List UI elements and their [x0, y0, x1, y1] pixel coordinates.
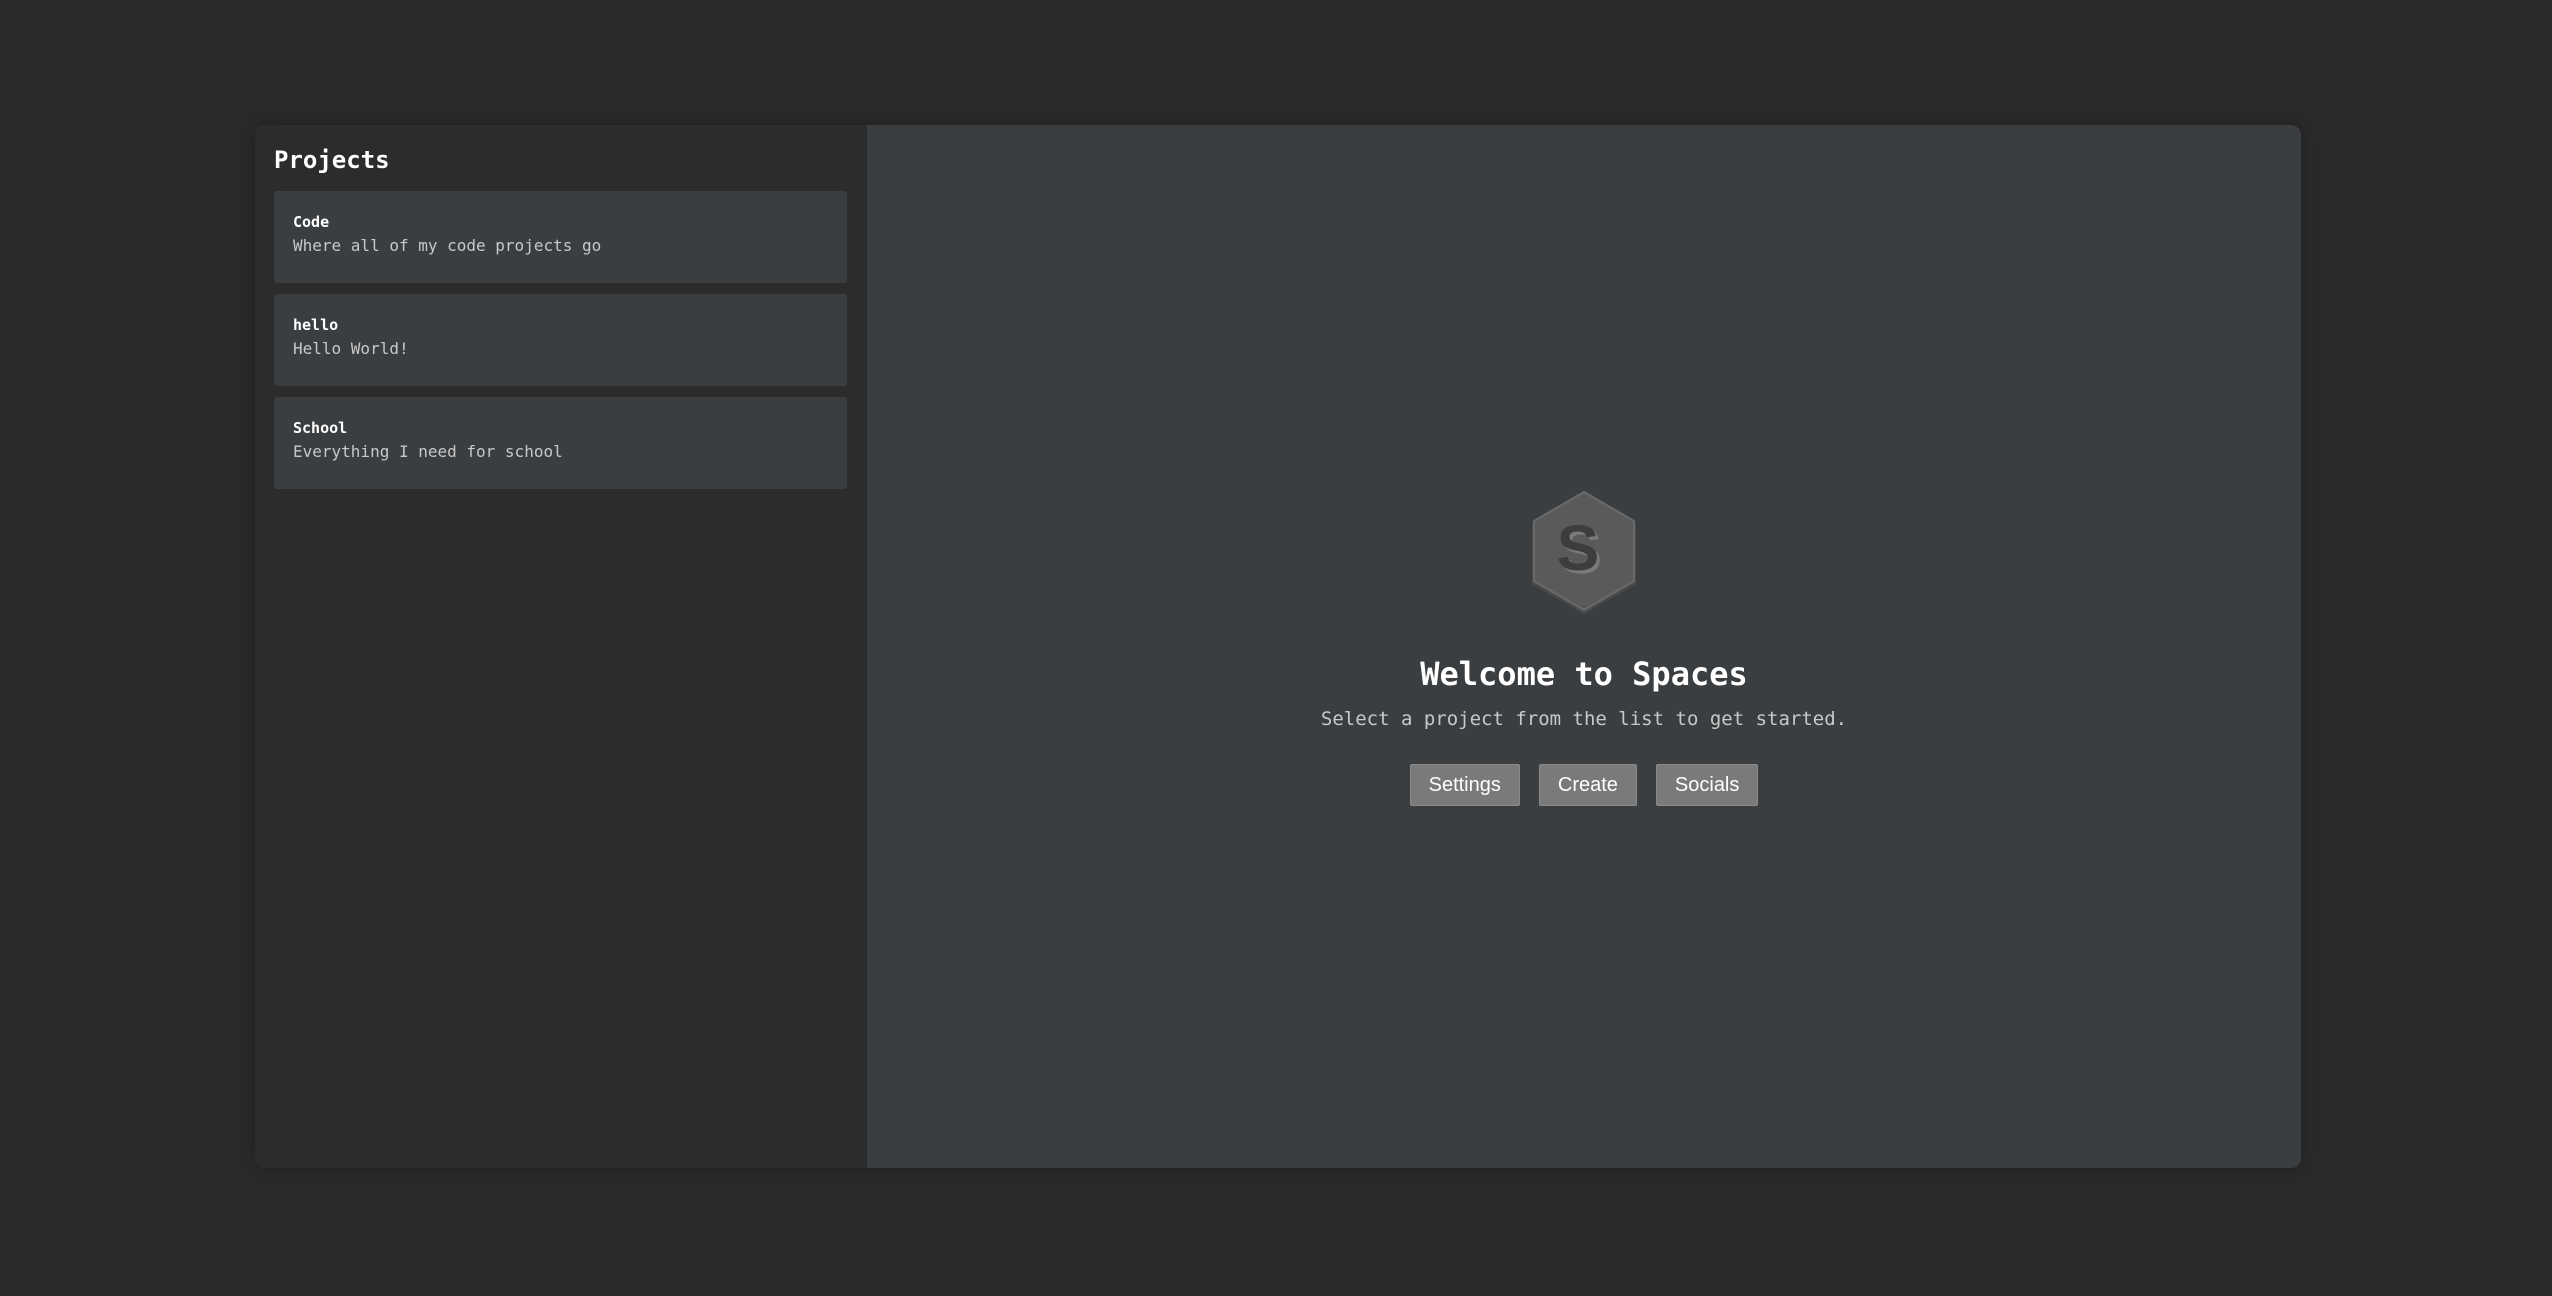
app-window: Projects Code Where all of my code proje… [255, 125, 2301, 1168]
project-name: Code [293, 213, 330, 231]
welcome-panel: S S Welcome to Spaces Select a project f… [867, 125, 2301, 1168]
create-button[interactable]: Create [1538, 764, 1637, 806]
socials-button[interactable]: Socials [1655, 764, 1759, 806]
welcome-subtitle: Select a project from the list to get st… [1320, 708, 1848, 730]
sidebar-title: Projects [274, 146, 390, 174]
welcome-title: Welcome to Spaces [1420, 655, 1748, 693]
project-name: School [293, 419, 348, 437]
project-item-code[interactable]: Code Where all of my code projects go [274, 191, 847, 283]
project-item-school[interactable]: School Everything I need for school [274, 397, 847, 489]
settings-button[interactable]: Settings [1409, 764, 1520, 806]
project-description: Where all of my code projects go [293, 236, 602, 255]
projects-sidebar: Projects Code Where all of my code proje… [255, 125, 867, 1168]
action-buttons: Settings Create Socials [867, 764, 2301, 806]
spaces-logo-icon: S S [1526, 490, 1642, 618]
project-item-hello[interactable]: hello Hello World! [274, 294, 847, 386]
project-name: hello [293, 316, 339, 334]
welcome-content: S S Welcome to Spaces Select a project f… [867, 490, 2301, 806]
logo-letter-shadow: S [1557, 512, 1600, 584]
project-description: Hello World! [293, 339, 409, 358]
project-description: Everything I need for school [293, 442, 563, 461]
